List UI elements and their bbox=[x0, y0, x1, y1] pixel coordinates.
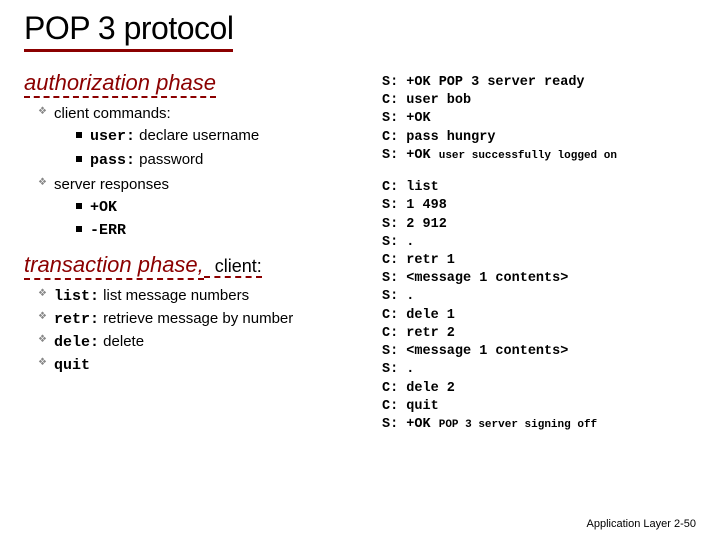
line: S: +OK bbox=[382, 417, 439, 432]
line: S: . bbox=[382, 235, 414, 250]
cmd: +OK bbox=[90, 199, 117, 216]
line: S: +OK bbox=[382, 148, 439, 163]
list-item: server responses +OK -ERR bbox=[38, 175, 364, 242]
cmd: list: bbox=[54, 288, 99, 305]
desc: list message numbers bbox=[99, 287, 249, 304]
desc: retrieve message by number bbox=[99, 310, 293, 327]
line: S: <message 1 contents> bbox=[382, 271, 568, 286]
cmd: pass: bbox=[90, 152, 135, 169]
phase-auth-heading: authorization phase bbox=[24, 70, 216, 98]
slide-footer: Application Layer 2-50 bbox=[587, 518, 696, 530]
line: S: 1 498 bbox=[382, 198, 447, 213]
cmd: quit bbox=[54, 357, 90, 374]
line: C: retr 2 bbox=[382, 326, 455, 341]
item-label: server responses bbox=[54, 176, 169, 193]
line: C: dele 1 bbox=[382, 308, 455, 323]
line: C: retr 1 bbox=[382, 253, 455, 268]
cmd: retr: bbox=[54, 311, 99, 328]
list-item: dele: delete bbox=[38, 332, 364, 353]
trans-list: list: list message numbers retr: retriev… bbox=[24, 286, 364, 377]
line: S: . bbox=[382, 289, 414, 304]
cmd: -ERR bbox=[90, 222, 126, 239]
slide-title: POP 3 protocol bbox=[24, 10, 233, 52]
item-label: client commands: bbox=[54, 105, 171, 122]
line-small: user successfully logged on bbox=[439, 150, 617, 162]
list-item: user: declare username bbox=[76, 126, 364, 147]
cmd: dele: bbox=[54, 334, 99, 351]
desc: delete bbox=[99, 333, 144, 350]
auth-list: client commands: user: declare username … bbox=[24, 104, 364, 242]
line: C: dele 2 bbox=[382, 381, 455, 396]
cmd: user: bbox=[90, 128, 135, 145]
line: C: user bob bbox=[382, 93, 471, 108]
list-item: quit bbox=[38, 355, 364, 376]
left-column: authorization phase client commands: use… bbox=[24, 70, 364, 434]
list-item: client commands: user: declare username … bbox=[38, 104, 364, 171]
footer-page: 2-50 bbox=[671, 518, 696, 530]
session-transcript: S: +OK POP 3 server ready C: user bob S:… bbox=[382, 70, 696, 434]
list-item: -ERR bbox=[76, 220, 364, 241]
line: S: +OK POP 3 server ready bbox=[382, 75, 585, 90]
line: S: 2 912 bbox=[382, 217, 447, 232]
phase-trans-heading: transaction phase, bbox=[24, 252, 204, 280]
line: S: <message 1 contents> bbox=[382, 344, 568, 359]
list-item: list: list message numbers bbox=[38, 286, 364, 307]
line: S: +OK bbox=[382, 111, 431, 126]
list-item: retr: retrieve message by number bbox=[38, 309, 364, 330]
phase-trans-suffix: client: bbox=[204, 256, 262, 278]
list-item: +OK bbox=[76, 197, 364, 218]
desc: declare username bbox=[135, 127, 259, 144]
line: S: . bbox=[382, 362, 414, 377]
line: C: pass hungry bbox=[382, 130, 495, 145]
desc: password bbox=[135, 151, 203, 168]
list-item: pass: password bbox=[76, 150, 364, 171]
line: C: list bbox=[382, 180, 439, 195]
line: C: quit bbox=[382, 399, 439, 414]
line-small: POP 3 server signing off bbox=[439, 419, 597, 431]
footer-label: Application Layer bbox=[587, 518, 671, 530]
